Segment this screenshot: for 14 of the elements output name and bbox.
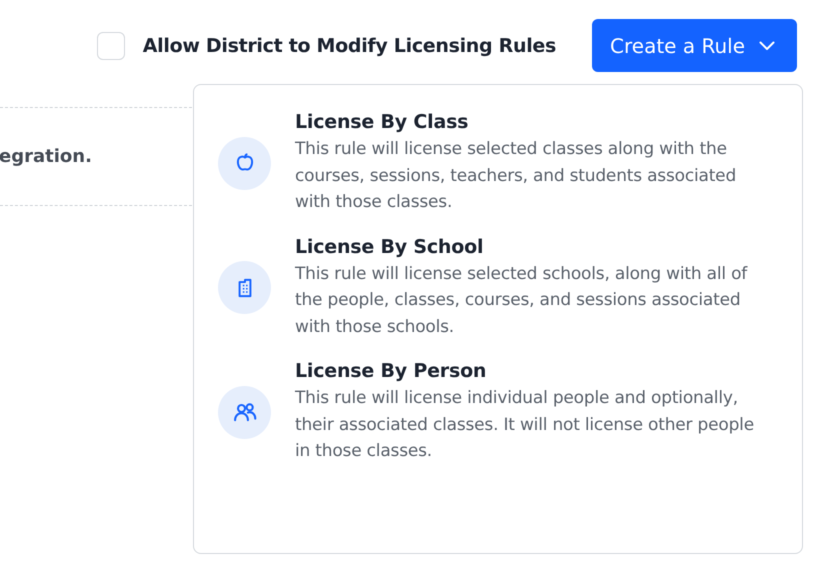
menu-item-description: This rule will license individual people and optionally, their associated classes. It will not license other people in those classes. [295,387,755,463]
menu-item[interactable]: License By School This rule will license selected schools, along with all of the people, classes, courses, and sessions associated with those schools. [218,236,772,340]
create-rule-button[interactable]: Create a Rule [592,19,797,72]
menu-item-description: This rule will license selected classes along with the courses, sessions, teachers, and students associated with those classes. [295,138,738,214]
menu-item-title: License By Class [295,111,470,133]
menu-item-description: This rule will license selected schools, along with all of the people, classes, courses, and sessions associated with those schools. [295,262,748,338]
checkbox[interactable] [96,32,125,60]
caret-icon [759,40,775,50]
description-text: egration. [0,145,93,169]
menu-item[interactable]: License By Person This rule will license individual people and optionally, their associated classes. It will not license other people in those classes. [218,360,772,464]
menu-item-title: License By Person [295,360,488,382]
menu-item[interactable]: License By Class This rule will license selected classes along with the courses, sessions, teachers, and students associated with those classes. [218,111,772,216]
checkbox-label: Allow District to Modify Licensing Rules [142,34,556,56]
menu-item-title: License By School [295,236,484,258]
